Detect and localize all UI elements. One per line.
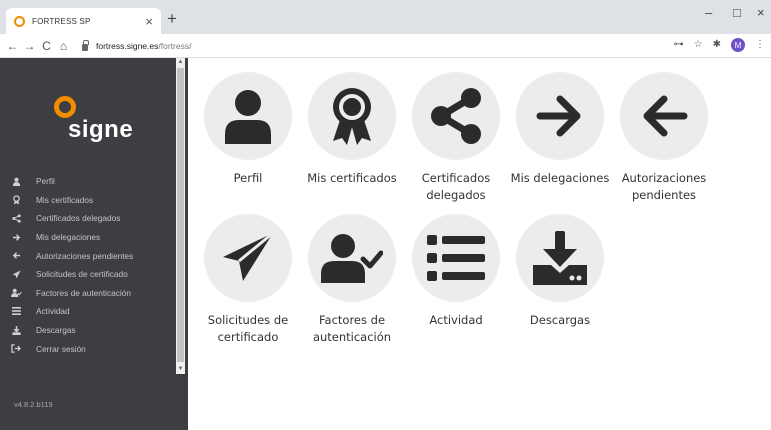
sidebar-item-label: Factores de autenticación xyxy=(36,287,132,298)
arrow-right-icon xyxy=(536,95,581,137)
tile-label: Descargas xyxy=(529,313,591,327)
sidebar-item-label: Certificados delegados xyxy=(36,213,121,224)
new-tab-button[interactable]: + xyxy=(167,10,177,27)
paper-plane-icon xyxy=(8,270,24,279)
lock-icon xyxy=(82,39,89,51)
sidebar-item-label: Solicitudes de certificado xyxy=(36,269,128,280)
sidebar-scrollbar[interactable]: ▲ ▼ xyxy=(176,58,185,374)
tile-mis-delegaciones[interactable]: Mis delegaciones xyxy=(508,72,612,187)
user-icon xyxy=(8,177,24,186)
sidebar-item-factores-de-autenticacion[interactable]: Factores de autenticación xyxy=(0,284,176,303)
sidebar-item-descargas[interactable]: Descargas xyxy=(0,321,176,340)
tile-label: Factores de autenticación xyxy=(312,313,392,344)
tile-solicitudes-de-certificado[interactable]: Solicitudes de certificado xyxy=(196,214,300,346)
sidebar-item-perfil[interactable]: Perfil xyxy=(0,172,176,191)
scroll-up-icon[interactable]: ▲ xyxy=(176,58,185,67)
sidebar: signe Perfil Mis certificados Certificad… xyxy=(0,58,188,430)
logout-icon xyxy=(8,344,24,353)
scroll-thumb[interactable] xyxy=(177,68,184,362)
tile-icon-circle xyxy=(412,72,500,160)
version-label: v4.8.2.b119 xyxy=(14,400,53,409)
user-check-icon xyxy=(8,288,24,298)
tile-icon-circle xyxy=(516,214,604,302)
sidebar-item-actividad[interactable]: Actividad xyxy=(0,302,176,321)
list-icon xyxy=(8,307,24,316)
scroll-down-icon[interactable]: ▼ xyxy=(176,365,185,374)
tile-mis-certificados[interactable]: Mis certificados xyxy=(300,72,404,187)
reload-button[interactable]: C xyxy=(38,40,55,52)
tile-autorizaciones-pendientes[interactable]: Autorizaciones pendientes xyxy=(612,72,716,204)
signe-logo: signe xyxy=(54,96,144,143)
sidebar-item-certificados-delegados[interactable]: Certificados delegados xyxy=(0,209,176,228)
sidebar-item-label: Cerrar sesión xyxy=(36,343,86,354)
tile-label: Mis certificados xyxy=(307,171,397,185)
tile-label: Actividad xyxy=(429,313,483,327)
tile-label: Perfil xyxy=(233,171,263,185)
user-icon xyxy=(225,90,271,144)
sidebar-item-cerrar-sesion[interactable]: Cerrar sesión xyxy=(0,339,176,358)
browser-menu-icon[interactable]: ⋮ xyxy=(755,40,765,50)
tile-icon-circle xyxy=(204,214,292,302)
sidebar-item-label: Mis certificados xyxy=(36,194,94,205)
arrow-left-icon xyxy=(8,251,24,260)
sidebar-item-label: Actividad xyxy=(36,306,70,317)
sidebar-item-label: Descargas xyxy=(36,325,76,336)
tile-label: Autorizaciones pendientes xyxy=(621,171,707,202)
sidebar-item-mis-certificados[interactable]: Mis certificados xyxy=(0,191,176,210)
sidebar-item-autorizaciones-pendientes[interactable]: Autorizaciones pendientes xyxy=(0,246,176,265)
address-bar: ← → C ⌂ fortress.signe.es/fortress/ ⊶ ☆ … xyxy=(0,34,771,58)
profile-avatar[interactable]: M xyxy=(731,38,745,52)
tile-label: Solicitudes de certificado xyxy=(207,313,289,344)
tab-title: FORTRESS SP xyxy=(32,16,91,26)
sidebar-item-label: Autorizaciones pendientes xyxy=(36,250,134,261)
url-host: fortress.signe.es xyxy=(96,40,159,51)
key-icon[interactable]: ⊶ xyxy=(674,40,684,50)
tile-label: Mis delegaciones xyxy=(510,171,610,185)
download-icon xyxy=(8,325,24,335)
sidebar-item-label: Perfil xyxy=(36,176,55,187)
url-path: /fortress/ xyxy=(158,40,192,51)
share-icon xyxy=(431,88,481,144)
tile-descargas[interactable]: Descargas xyxy=(508,214,612,329)
download-icon xyxy=(533,231,587,285)
list-icon xyxy=(427,235,485,281)
sidebar-menu: Perfil Mis certificados Certificados del… xyxy=(0,172,176,358)
tile-icon-circle xyxy=(204,72,292,160)
tile-icon-circle xyxy=(308,72,396,160)
extensions-icon[interactable]: ✱ xyxy=(713,40,721,50)
logo-circle-icon xyxy=(54,96,76,118)
user-check-icon xyxy=(321,234,383,283)
browser-tab[interactable]: FORTRESS SP × xyxy=(6,8,161,34)
maximize-button[interactable]: □ xyxy=(733,6,741,19)
browser-tab-bar: FORTRESS SP × + – □ × xyxy=(0,0,771,34)
close-window-button[interactable]: × xyxy=(757,6,765,19)
share-icon xyxy=(8,214,24,223)
sidebar-item-mis-delegaciones[interactable]: Mis delegaciones xyxy=(0,228,176,247)
minimize-button[interactable]: – xyxy=(705,6,712,19)
tile-icon-circle xyxy=(620,72,708,160)
tile-label: Certificados delegados xyxy=(421,171,491,202)
logo-text: signe xyxy=(68,116,134,143)
star-icon[interactable]: ☆ xyxy=(694,40,703,50)
paper-plane-icon xyxy=(223,231,274,281)
tile-icon-circle xyxy=(412,214,500,302)
forward-button[interactable]: → xyxy=(21,40,38,52)
tab-close-button[interactable]: × xyxy=(145,15,153,28)
sidebar-item-solicitudes-de-certificado[interactable]: Solicitudes de certificado xyxy=(0,265,176,284)
tile-certificados-delegados[interactable]: Certificados delegados xyxy=(404,72,508,204)
arrow-right-icon xyxy=(8,233,24,242)
tile-actividad[interactable]: Actividad xyxy=(404,214,508,329)
favicon-icon xyxy=(14,15,25,27)
arrow-left-icon xyxy=(643,95,688,137)
award-icon xyxy=(8,195,24,205)
tile-icon-circle xyxy=(516,72,604,160)
tile-perfil[interactable]: Perfil xyxy=(196,72,300,187)
sidebar-item-label: Mis delegaciones xyxy=(36,232,101,243)
tile-factores-de-autenticacion[interactable]: Factores de autenticación xyxy=(300,214,404,346)
home-button[interactable]: ⌂ xyxy=(55,40,72,52)
url-field[interactable]: fortress.signe.es/fortress/ xyxy=(82,37,682,55)
back-button[interactable]: ← xyxy=(4,40,21,52)
award-icon xyxy=(333,88,371,145)
tile-icon-circle xyxy=(308,214,396,302)
